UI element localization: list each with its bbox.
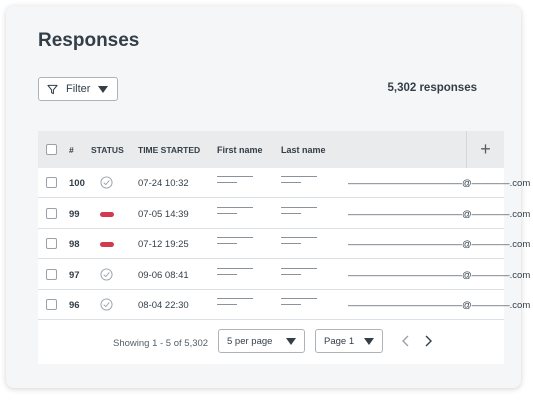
row-time-started: 08-04 22:30	[138, 300, 189, 311]
row-time-started: 07-12 19:25	[138, 239, 189, 250]
row-email: ————————————@————.com	[348, 178, 531, 189]
check-circle-icon	[100, 267, 113, 281]
caret-down-icon	[98, 85, 108, 93]
check-circle-icon	[100, 298, 113, 311]
header-number: #	[69, 145, 74, 155]
first-name-placeholder	[217, 267, 253, 275]
first-name-placeholder	[217, 176, 253, 183]
header-first-name: First name	[217, 145, 263, 155]
table-row[interactable]: 98 07-12 19:25 ————————————@————.com	[38, 229, 530, 259]
responses-table: # STATUS TIME STARTED First name Last na…	[38, 131, 530, 364]
last-name-placeholder	[281, 237, 317, 244]
row-email: ————————————@————.com	[348, 269, 531, 281]
filter-label: Filter	[66, 83, 91, 95]
per-page-select[interactable]: 5 per page	[218, 329, 305, 353]
page-title: Responses	[38, 30, 140, 51]
caret-down-icon	[286, 338, 296, 345]
table-row[interactable]: 99 07-05 14:39 ————————————@————.com	[38, 199, 530, 229]
row-number: 99	[69, 208, 80, 220]
responses-card: Responses Filter 5,302 responses # STATU…	[6, 6, 530, 388]
last-name-placeholder	[281, 176, 317, 183]
first-name-placeholder	[217, 206, 253, 214]
row-checkbox[interactable]	[46, 177, 57, 188]
first-name-placeholder	[217, 298, 253, 305]
header-last-name: Last name	[281, 145, 326, 155]
row-number: 100	[69, 178, 85, 189]
check-circle-icon	[100, 176, 113, 189]
row-checkbox[interactable]	[46, 238, 57, 249]
funnel-icon	[47, 84, 58, 94]
row-number: 97	[69, 269, 80, 281]
row-time-started: 09-06 08:41	[138, 269, 189, 281]
showing-label: Showing 1 - 5 of 5,302	[113, 338, 209, 349]
row-number: 96	[69, 300, 80, 311]
row-checkbox[interactable]	[46, 207, 57, 219]
last-name-placeholder	[281, 206, 317, 214]
header-status: STATUS	[91, 145, 124, 155]
table-row[interactable]: 97 09-06 08:41 ————————————@————.com	[38, 260, 530, 290]
last-name-placeholder	[281, 267, 317, 275]
per-page-value: 5 per page	[227, 335, 273, 347]
plus-icon: +	[480, 139, 491, 159]
row-checkbox[interactable]	[46, 268, 57, 280]
table-row[interactable]: 96 08-04 22:30 ————————————@————.com	[38, 290, 530, 320]
table-footer: Showing 1 - 5 of 5,302 5 per page Page 1	[38, 326, 504, 364]
table-row[interactable]: 100 07-24 10:32 ————————————@————.com	[38, 168, 530, 198]
page-value: Page 1	[324, 335, 355, 347]
incomplete-status-pill	[100, 211, 114, 217]
row-email: ————————————@————.com	[348, 300, 531, 311]
chevron-left-icon[interactable]	[399, 334, 413, 348]
filter-button[interactable]: Filter	[38, 77, 118, 101]
row-time-started: 07-24 10:32	[138, 178, 189, 189]
response-count: 5,302 responses	[387, 82, 477, 94]
chevron-right-icon[interactable]	[421, 334, 435, 348]
page-select[interactable]: Page 1	[315, 329, 383, 353]
row-email: ————————————@————.com	[348, 208, 531, 220]
row-checkbox[interactable]	[46, 299, 57, 310]
table-header: # STATUS TIME STARTED First name Last na…	[38, 131, 504, 168]
row-email: ————————————@————.com	[348, 239, 531, 250]
header-time-started: TIME STARTED	[138, 145, 201, 155]
caret-down-icon	[364, 338, 374, 345]
add-column-button[interactable]: +	[466, 131, 504, 168]
row-number: 98	[69, 239, 80, 250]
select-all-checkbox[interactable]	[46, 144, 57, 155]
row-time-started: 07-05 14:39	[138, 208, 189, 220]
last-name-placeholder	[281, 298, 317, 305]
first-name-placeholder	[217, 237, 253, 244]
incomplete-status-pill	[100, 242, 114, 247]
